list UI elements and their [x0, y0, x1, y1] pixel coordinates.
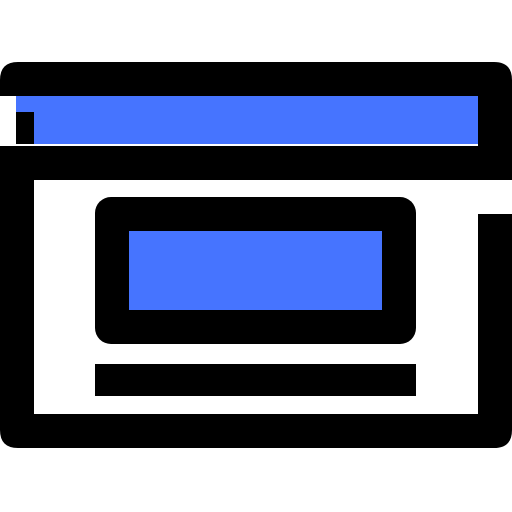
icon-canvas	[0, 0, 512, 512]
content-card-fill	[129, 231, 382, 310]
browser-window-icon	[0, 62, 512, 448]
title-bar-fill	[16, 96, 480, 144]
text-line-bar	[95, 364, 416, 396]
